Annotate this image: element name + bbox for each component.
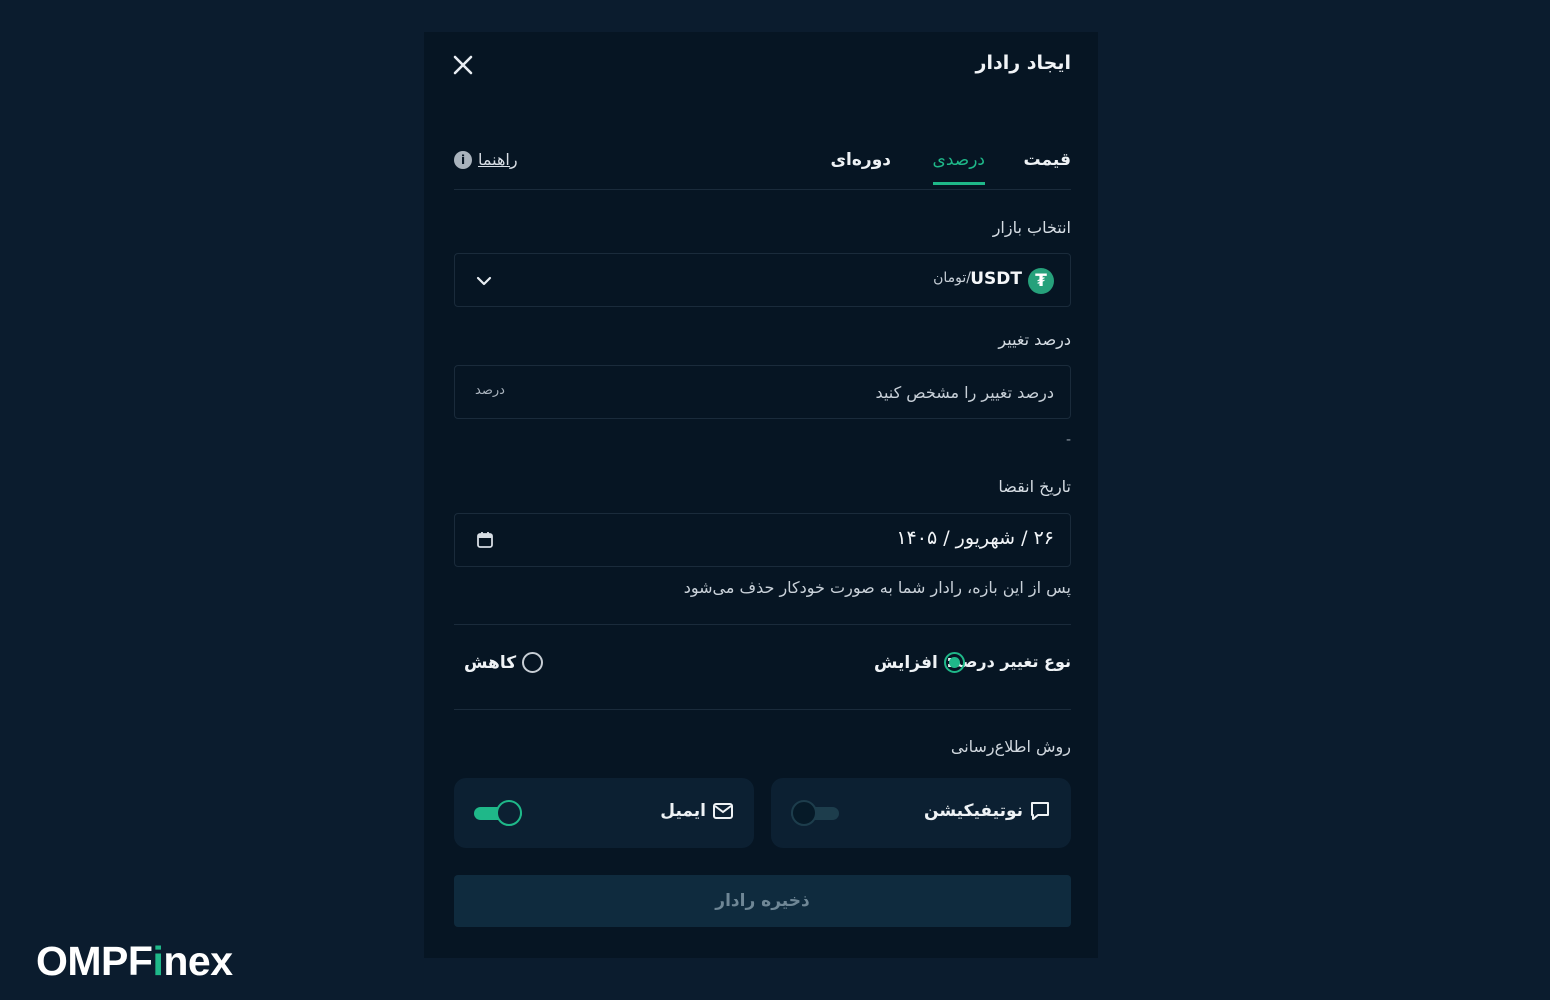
info-icon: i bbox=[454, 150, 472, 169]
notification-method-label: روش اطلاع‌رسانی bbox=[950, 737, 1071, 756]
divider bbox=[454, 709, 1071, 710]
push-notification-toggle[interactable] bbox=[791, 800, 839, 826]
expiry-label: تاریخ انقضا bbox=[998, 477, 1071, 496]
close-icon bbox=[453, 55, 473, 75]
percent-field: درصد bbox=[454, 365, 1071, 419]
email-notification-label: ایمیل bbox=[660, 801, 706, 821]
message-icon bbox=[1031, 802, 1049, 820]
notification-card-push: نوتیفیکیشن bbox=[771, 778, 1071, 848]
quote-currency: /تومان bbox=[933, 270, 971, 286]
market-label: انتخاب بازار bbox=[992, 218, 1071, 237]
tether-icon: ₮ bbox=[1028, 268, 1054, 294]
brand-logo: OMPFinex bbox=[36, 938, 233, 984]
coin-symbol: USDT bbox=[970, 269, 1022, 289]
modal-title: ایجاد رادار bbox=[975, 52, 1072, 74]
radio-increase[interactable]: افزایش bbox=[874, 652, 965, 673]
expiry-date-value: ۲۶ / شهریور / ۱۴۰۵ bbox=[896, 527, 1054, 549]
percent-input[interactable] bbox=[534, 366, 1054, 418]
push-notification-label: نوتیفیکیشن bbox=[924, 801, 1023, 821]
create-radar-modal: ایجاد رادار قیمت درصدی دوره‌ای راهنما i … bbox=[424, 32, 1098, 958]
tab-price[interactable]: قیمت bbox=[1024, 150, 1071, 182]
radio-button-checked bbox=[943, 652, 965, 673]
email-notification-toggle[interactable] bbox=[474, 800, 522, 826]
guide-link[interactable]: راهنما i bbox=[454, 150, 518, 169]
percent-helper: - bbox=[1065, 432, 1071, 448]
guide-label: راهنما bbox=[478, 150, 518, 169]
radar-type-tabs: قیمت درصدی دوره‌ای راهنما i bbox=[454, 144, 1071, 190]
radio-increase-label: افزایش bbox=[874, 652, 938, 673]
tab-periodic[interactable]: دوره‌ای bbox=[830, 150, 891, 182]
notification-card-email: ایمیل bbox=[454, 778, 754, 848]
expiry-date-picker[interactable]: ۲۶ / شهریور / ۱۴۰۵ bbox=[454, 513, 1071, 567]
radio-decrease-label: کاهش bbox=[464, 652, 517, 673]
mail-icon bbox=[713, 803, 733, 819]
expiry-hint: پس از این بازه، رادار شما به صورت خودکار… bbox=[683, 578, 1071, 597]
chevron-down-icon bbox=[476, 276, 492, 286]
tab-percent[interactable]: درصدی bbox=[932, 150, 985, 185]
close-button[interactable] bbox=[452, 54, 474, 76]
radio-decrease[interactable]: کاهش bbox=[464, 652, 544, 673]
calendar-icon bbox=[477, 532, 493, 548]
radio-button-unchecked bbox=[522, 652, 544, 673]
divider bbox=[454, 624, 1071, 625]
save-radar-button[interactable]: ذخیره رادار bbox=[454, 875, 1071, 927]
percent-label: درصد تغییر bbox=[998, 330, 1071, 349]
percent-unit: درصد bbox=[475, 383, 505, 398]
market-select[interactable]: ₮ USDT /تومان bbox=[454, 253, 1071, 307]
change-type-label: نوع تغییر درصد: bbox=[946, 652, 1071, 671]
